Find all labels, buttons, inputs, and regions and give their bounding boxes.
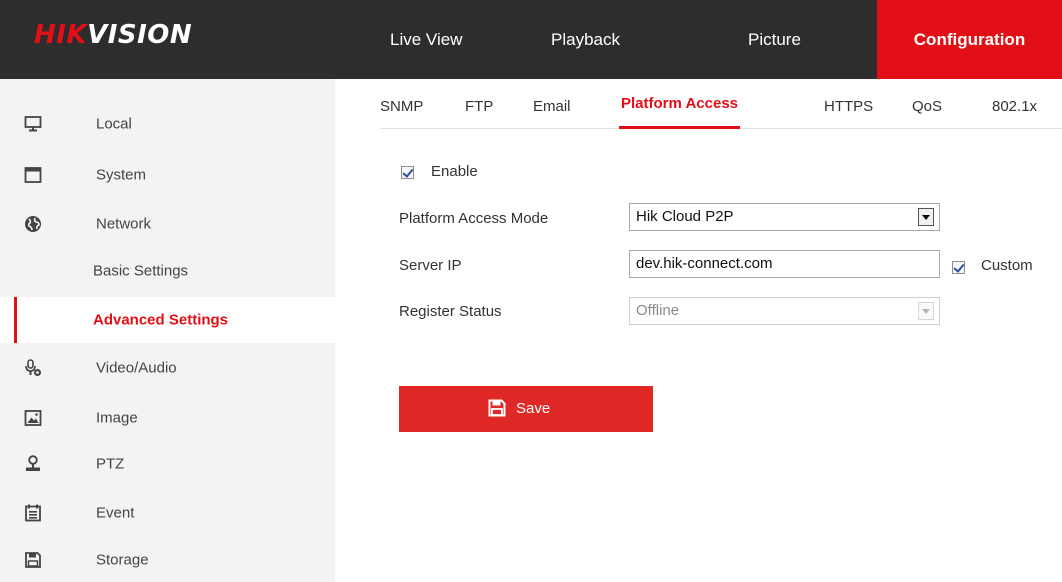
nav-playback[interactable]: Playback bbox=[551, 0, 620, 79]
microphone-icon bbox=[24, 359, 42, 377]
enable-checkbox[interactable] bbox=[401, 166, 414, 179]
nav-picture[interactable]: Picture bbox=[748, 0, 801, 79]
tab-platform-access[interactable]: Platform Access bbox=[619, 79, 740, 129]
tab-qos[interactable]: QoS bbox=[912, 79, 942, 129]
register-status-label: Register Status bbox=[399, 303, 502, 320]
save-icon bbox=[488, 399, 506, 417]
sidebar-item-video-audio[interactable]: Video/Audio bbox=[0, 345, 335, 391]
sidebar-item-label: Advanced Settings bbox=[93, 311, 229, 329]
nav-configuration[interactable]: Configuration bbox=[877, 0, 1062, 79]
sidebar-item-event[interactable]: Event bbox=[0, 490, 335, 536]
image-icon bbox=[24, 409, 42, 427]
tab-802-1x[interactable]: 802.1x bbox=[992, 79, 1037, 129]
system-window-icon bbox=[24, 166, 42, 184]
sidebar-item-ptz[interactable]: PTZ bbox=[0, 441, 335, 487]
enable-label: Enable bbox=[431, 163, 478, 180]
server-ip-input[interactable]: dev.hik-connect.com bbox=[629, 250, 940, 278]
tab-email[interactable]: Email bbox=[533, 79, 571, 129]
logo-white-part: VISION bbox=[87, 20, 193, 50]
sidebar-item-local[interactable]: Local bbox=[0, 101, 335, 147]
sidebar-item-label: Storage bbox=[96, 551, 149, 569]
tab-ftp[interactable]: FTP bbox=[465, 79, 493, 129]
ptz-icon bbox=[24, 455, 42, 473]
nav-live-view[interactable]: Live View bbox=[390, 0, 462, 79]
sidebar-item-label: Event bbox=[96, 504, 135, 522]
save-button-label: Save bbox=[516, 400, 551, 417]
configuration-sidebar: Local System Network Basic Settings Adva… bbox=[0, 79, 335, 582]
tab-https[interactable]: HTTPS bbox=[824, 79, 873, 129]
top-navigation-bar: HIKVISION Live View Playback Picture Con… bbox=[0, 0, 1062, 79]
sidebar-item-advanced-settings[interactable]: Advanced Settings bbox=[0, 297, 335, 343]
floppy-disk-icon bbox=[24, 551, 42, 569]
logo-red-part: HIK bbox=[34, 20, 88, 50]
custom-checkbox[interactable] bbox=[952, 261, 965, 274]
server-ip-value: dev.hik-connect.com bbox=[636, 255, 773, 272]
sidebar-item-label: Basic Settings bbox=[93, 262, 189, 280]
hikvision-logo: HIKVISION bbox=[34, 20, 192, 50]
chevron-down-icon[interactable] bbox=[918, 208, 934, 226]
platform-access-mode-label: Platform Access Mode bbox=[399, 210, 549, 227]
sidebar-item-network[interactable]: Network bbox=[0, 201, 335, 247]
sidebar-item-label: Network bbox=[96, 215, 152, 233]
sidebar-item-label: Video/Audio bbox=[96, 359, 177, 377]
platform-access-mode-select[interactable]: Hik Cloud P2P bbox=[629, 203, 940, 231]
server-ip-label: Server IP bbox=[399, 257, 462, 274]
register-status-value: Offline bbox=[636, 302, 680, 319]
monitor-icon bbox=[24, 115, 42, 133]
sidebar-item-storage[interactable]: Storage bbox=[0, 537, 335, 582]
network-advanced-tabs: SNMP FTP Email Platform Access HTTPS QoS… bbox=[380, 79, 1062, 129]
sidebar-item-image[interactable]: Image bbox=[0, 395, 335, 441]
sidebar-item-label: PTZ bbox=[96, 455, 125, 473]
sidebar-item-system[interactable]: System bbox=[0, 152, 335, 198]
save-button[interactable]: Save bbox=[399, 386, 653, 432]
sidebar-item-label: System bbox=[96, 166, 147, 184]
custom-label: Custom bbox=[981, 257, 1033, 274]
chevron-down-icon bbox=[918, 302, 934, 320]
register-status-select: Offline bbox=[629, 297, 940, 325]
platform-access-mode-value: Hik Cloud P2P bbox=[636, 208, 734, 225]
sidebar-item-label: Local bbox=[96, 115, 132, 133]
tab-snmp[interactable]: SNMP bbox=[380, 79, 423, 129]
sidebar-item-basic-settings[interactable]: Basic Settings bbox=[0, 248, 335, 294]
event-list-icon bbox=[24, 504, 42, 522]
globe-icon bbox=[24, 215, 42, 233]
sidebar-item-label: Image bbox=[96, 409, 138, 427]
